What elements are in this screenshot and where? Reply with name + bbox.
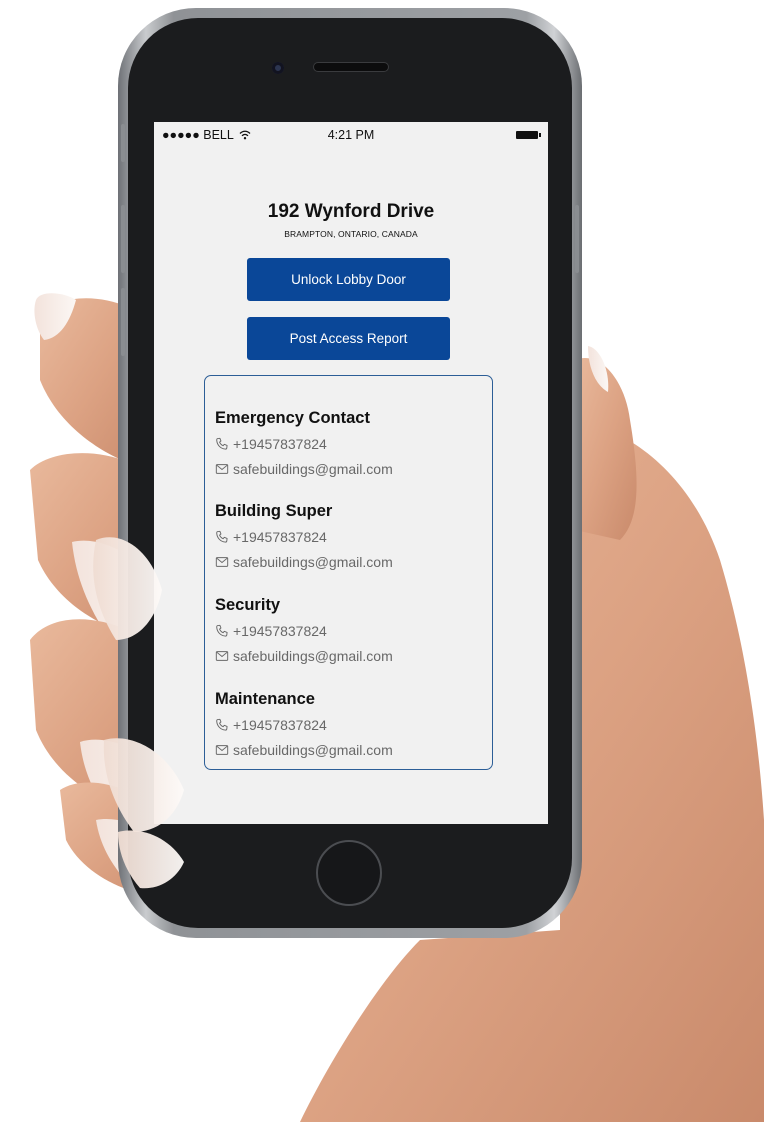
mail-icon — [215, 743, 233, 757]
unlock-lobby-door-button[interactable]: Unlock Lobby Door — [247, 258, 450, 301]
contact-email[interactable]: safebuildings@gmail.com — [215, 549, 393, 574]
phone-number: +19457837824 — [233, 622, 327, 639]
post-access-report-button[interactable]: Post Access Report — [247, 317, 450, 360]
status-bar: ●●●●● BELL 4:21 PM — [154, 122, 548, 148]
volume-down-button — [121, 288, 125, 356]
phone-number: +19457837824 — [233, 528, 327, 545]
contact-title: Maintenance — [215, 690, 315, 708]
building-name: 192 Wynford Drive — [267, 201, 435, 222]
battery-icon — [516, 131, 542, 139]
phone-icon — [215, 718, 233, 732]
phone-icon — [215, 624, 233, 638]
contact-title: Security — [215, 596, 281, 614]
contact-phone[interactable]: +19457837824 — [215, 431, 393, 456]
power-button — [575, 205, 579, 273]
phone-icon — [215, 530, 233, 544]
mail-icon — [215, 649, 233, 663]
contact-phone[interactable]: +19457837824 — [215, 618, 393, 643]
contact-email[interactable]: safebuildings@gmail.com — [215, 456, 393, 481]
contact-building-super: Building Super +19457837824 safebuilding… — [215, 498, 393, 574]
front-camera — [272, 62, 284, 74]
contact-phone[interactable]: +19457837824 — [215, 524, 393, 549]
mail-icon — [215, 462, 233, 476]
email-address: safebuildings@gmail.com — [233, 460, 393, 477]
contact-email[interactable]: safebuildings@gmail.com — [215, 737, 393, 762]
phone-number: +19457837824 — [233, 435, 327, 452]
contact-security: Security +19457837824 safebuildings@gmai… — [215, 592, 393, 668]
app-screen: ●●●●● BELL 4:21 PM 192 Wynford Drive BRA… — [154, 122, 548, 824]
contacts-card: Emergency Contact +19457837824 safebuild… — [204, 375, 493, 770]
status-time: 4:21 PM — [327, 128, 375, 142]
earpiece-speaker — [314, 63, 388, 71]
contact-title: Emergency Contact — [215, 409, 370, 427]
contact-title: Building Super — [215, 502, 333, 520]
phone-icon — [215, 437, 233, 451]
mute-switch — [121, 124, 125, 162]
contact-emergency: Emergency Contact +19457837824 safebuild… — [215, 405, 393, 481]
contact-phone[interactable]: +19457837824 — [215, 712, 393, 737]
phone-number: +19457837824 — [233, 716, 327, 733]
email-address: safebuildings@gmail.com — [233, 647, 393, 664]
email-address: safebuildings@gmail.com — [233, 553, 393, 570]
contact-email[interactable]: safebuildings@gmail.com — [215, 643, 393, 668]
email-address: safebuildings@gmail.com — [233, 741, 393, 758]
mail-icon — [215, 555, 233, 569]
building-location: BRAMPTON, ONTARIO, CANADA — [284, 229, 418, 239]
contact-maintenance: Maintenance +19457837824 safebuildings@g… — [215, 686, 393, 762]
home-button[interactable] — [316, 840, 382, 906]
volume-up-button — [121, 205, 125, 273]
